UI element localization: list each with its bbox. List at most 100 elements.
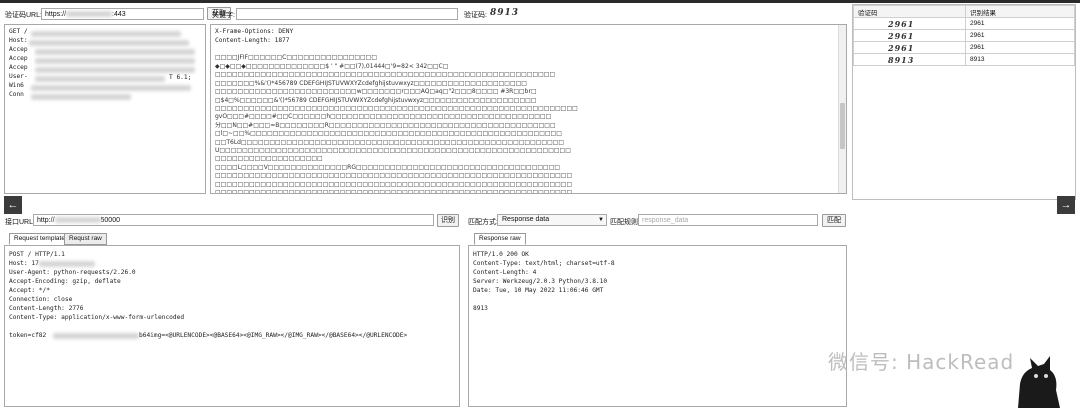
captcha-url-value: https:// (45, 11, 67, 18)
tab-request-raw[interactable]: Requst raw (64, 233, 107, 245)
captcha-thumbnail: 2961 (853, 29, 966, 42)
garble-line: □□□□□□□□□□□□□□□□□□□□□□□□□□□□□□□□□□□□□□□□… (215, 180, 573, 188)
response-scroll-thumb[interactable] (840, 103, 845, 149)
response-raw-line: Content-Type: text/html; charset=utf-8 (473, 260, 615, 267)
response-header-line: Content-Length: 1877 (215, 37, 290, 44)
table-row[interactable]: 8913 8913 (853, 53, 1075, 66)
response-raw-line (473, 295, 615, 304)
captcha-thumb-text: 2961 (888, 18, 915, 29)
redacted-host (66, 11, 113, 18)
request-template-lines: POST / HTTP/1.1 Host: 17 User-Agent: pytho… (9, 250, 184, 340)
request-line: GET / (9, 28, 28, 35)
watermark: 微信号: HackRead (828, 350, 1015, 374)
keyword-label: 关键字: (212, 12, 235, 19)
redacted-ua (35, 76, 165, 82)
captcha-thumbnail: 2961 (853, 41, 966, 54)
result-value: 2961 (965, 41, 1075, 54)
request-line: Accep (9, 64, 28, 71)
template-line: Accept-Encoding: gzip, deflate (9, 278, 121, 285)
binary-garble: ◆□◆□□◆□□□□□□□□□□□□□□$ ' " #□□(7),01444□'… (215, 63, 835, 194)
template-line (9, 322, 184, 331)
request-line: Conn (9, 91, 24, 98)
arrow-right-icon[interactable]: → (1057, 196, 1075, 214)
response-raw-lines: HTTP/1.0 200 OK Content-Type: text/html; … (473, 250, 615, 313)
arrow-left-icon[interactable]: ← (4, 196, 22, 214)
garble-line: □□□□□□□%&'()*456789 CDEFGHIJSTUVWXYZcdef… (215, 79, 527, 87)
garble-line: ◆□◆□□◆□□□□□□□□□□□□□□$ ' " #□□(7),01444□'… (215, 63, 449, 70)
col-result: 识别结果 (965, 5, 1075, 18)
request-template-panel[interactable]: POST / HTTP/1.1 Host: 17 User-Agent: pytho… (4, 245, 460, 407)
response-panel[interactable]: X-Frame-Options: DENY Content-Length: 187… (210, 24, 847, 194)
captcha-url-input[interactable]: https:// :443 (41, 8, 204, 20)
request-line: User- (9, 73, 28, 80)
response-raw-line: 8913 (473, 305, 488, 312)
response-scrollbar[interactable] (838, 25, 846, 193)
request-line: Host: (9, 37, 28, 44)
template-line: POST / HTTP/1.1 (9, 251, 65, 258)
captcha-thumb-text: 8913 (888, 54, 915, 65)
response-raw-line: Content-Length: 4 (473, 269, 537, 276)
garble-line: □□□□□□□□□□□□□□□□□□□□□□□□□□□□□□□□□□□□□□□□… (215, 189, 573, 194)
redacted-path (31, 31, 181, 37)
request-line: Accep (9, 55, 28, 62)
redacted-accept-2 (35, 58, 195, 64)
template-body-tail: b64img=<@URLENCODE><@BASE64><@IMG_RAW></… (139, 332, 408, 339)
result-value: 8913 (965, 53, 1075, 66)
ua-tail: T 6.1; (169, 74, 192, 81)
request-line: Win6 (9, 82, 24, 89)
tab-response-raw[interactable]: Response raw (474, 233, 526, 245)
match-mode-select[interactable]: Response data ▼ (497, 214, 607, 226)
tab-request-template[interactable]: Request template (9, 233, 70, 245)
garble-line: □□□□□□□□□□□□□□□□□□□□□□□□□□□□□□□□□□□□□□□□… (215, 172, 573, 180)
garble-line: U□□□□□□□□□□□□□□□□□□□□□□□□□□□□□□□□□□□□□□□… (215, 147, 571, 155)
match-mode-label: 匹配方式: (468, 219, 498, 226)
match-rule-input[interactable]: response_data (638, 214, 818, 226)
api-url-input[interactable]: http:// 50000 (33, 214, 434, 226)
captcha-thumbnail: 8913 (853, 53, 966, 66)
response-raw-line: HTTP/1.0 200 OK (473, 251, 529, 258)
table-row[interactable]: 2961 2961 (853, 29, 1075, 42)
redacted-host-line (29, 40, 189, 46)
results-table: 验证码 识别结果 2961 2961 2961 2961 2961 2961 8913 891… (853, 5, 1075, 66)
garble-line: □□□□□□□□□□□□□□□□□□□ (215, 155, 323, 163)
api-url-port: 50000 (100, 217, 120, 224)
redacted-accept-1 (35, 49, 195, 55)
redacted-win (31, 85, 191, 91)
match-button[interactable]: 匹配 (822, 214, 846, 227)
redacted-conn (31, 94, 131, 100)
garble-line: □□□□□□□□□□□□□□□□□□□□□□□□□w□□□□□□□r□□□AQ□… (215, 88, 537, 96)
captcha-label: 验证码: (464, 12, 487, 19)
response-header-line: X-Frame-Options: DENY (215, 28, 294, 35)
keyword-input[interactable] (236, 8, 458, 20)
table-row[interactable]: 2961 2961 (853, 17, 1075, 30)
api-url-prefix: http:// (37, 217, 55, 224)
redacted-template-host (39, 261, 95, 267)
garble-line: gvO□□□#□□□□#□□C□□□□□□h□□□□□□□□□□□□□□□□□□… (215, 113, 552, 121)
garble-line: 分□□N□□#□□□=B□□□□□□□□R□□□□□□□□□□□□□□□□□□□… (215, 121, 556, 129)
jfif-line: □□□□JFIF□□□□□□C□□□□□□□□□□□□□□□□ (215, 54, 378, 61)
response-raw-line: Date: Tue, 10 May 2022 11:06:46 GMT (473, 287, 604, 294)
captcha-url-suffix: :443 (112, 11, 126, 18)
result-value: 2961 (965, 17, 1075, 30)
response-raw-line: Server: Werkzeug/2.0.3 Python/3.8.10 (473, 278, 608, 285)
table-row[interactable]: 2961 2961 (853, 41, 1075, 54)
template-line: Accept: */* (9, 287, 50, 294)
match-rule-label: 匹配规则: (610, 219, 640, 226)
garble-line: □$4□%□□□□□□&'()*56789 CDEFGHIJSTUVWXYZcd… (215, 96, 537, 104)
match-mode-value: Response data (502, 216, 550, 223)
template-line: Content-Type: application/x-www-form-url… (9, 314, 185, 321)
captcha-thumb-text: 2961 (888, 42, 915, 53)
request-panel[interactable]: GET / Host: Accep Accep Accep User- Win6 Conn T… (4, 24, 206, 194)
garble-line: □□□□□□□□□□□□□□□□□□□□□□□□□□□□□□□□□□□□□□□□… (215, 105, 578, 113)
template-line: Connection: close (9, 296, 73, 303)
response-header-lines: X-Frame-Options: DENY Content-Length: 187… (215, 27, 293, 45)
captcha-thumb-text: 2961 (888, 30, 915, 41)
results-panel: 验证码 识别结果 2961 2961 2961 2961 2961 2961 8913 891… (852, 4, 1076, 200)
response-raw-panel[interactable]: HTTP/1.0 200 OK Content-Type: text/html; … (468, 245, 847, 407)
captcha-image: 8913 (490, 8, 520, 18)
garble-line: □□□□L□□□□V□□□□□□□□□□□□□□RG□□□□□□□□□□□□□□… (215, 163, 561, 171)
template-line: Host: 17 (9, 260, 39, 267)
cat-logo-icon (1018, 356, 1060, 408)
result-value: 2961 (965, 29, 1075, 42)
identify-button[interactable]: 识别 (437, 214, 459, 227)
